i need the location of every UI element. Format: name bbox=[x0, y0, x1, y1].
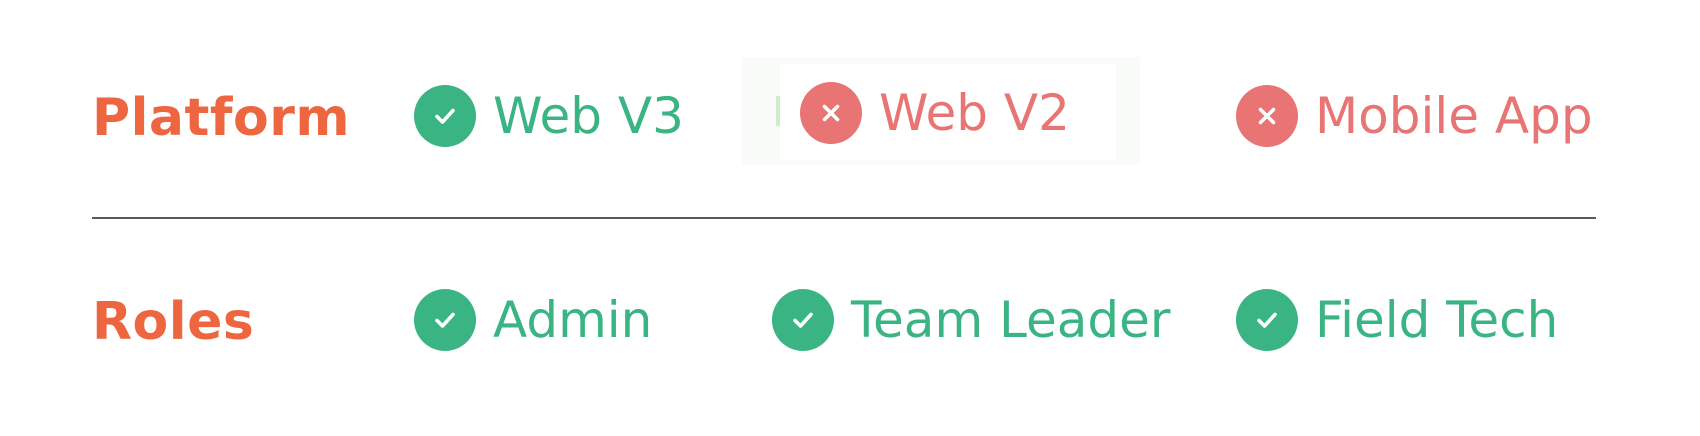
roles-item-field-tech: Field Tech bbox=[1236, 289, 1558, 351]
check-icon bbox=[414, 85, 476, 147]
platform-item-web-v2: Web V2 bbox=[800, 82, 1070, 144]
platform-item-mobile-app: Mobile App bbox=[1236, 85, 1593, 147]
platform-item-label: Web V3 bbox=[493, 87, 684, 145]
check-icon bbox=[1236, 289, 1298, 351]
section-divider bbox=[92, 217, 1596, 219]
platform-item-web-v3: Web V3 bbox=[414, 85, 684, 147]
roles-item-label: Team Leader bbox=[851, 291, 1171, 349]
platform-label: Platform bbox=[92, 88, 351, 148]
highlight-edge bbox=[776, 96, 780, 126]
roles-item-label: Field Tech bbox=[1315, 291, 1559, 349]
platform-item-label: Mobile App bbox=[1315, 87, 1593, 145]
roles-label: Roles bbox=[92, 292, 255, 352]
x-icon bbox=[800, 82, 862, 144]
x-icon bbox=[1236, 85, 1298, 147]
roles-item-admin: Admin bbox=[414, 289, 652, 351]
platform-item-label: Web V2 bbox=[879, 84, 1070, 142]
roles-item-team-leader: Team Leader bbox=[772, 289, 1170, 351]
check-icon bbox=[414, 289, 476, 351]
roles-item-label: Admin bbox=[493, 291, 653, 349]
check-icon bbox=[772, 289, 834, 351]
